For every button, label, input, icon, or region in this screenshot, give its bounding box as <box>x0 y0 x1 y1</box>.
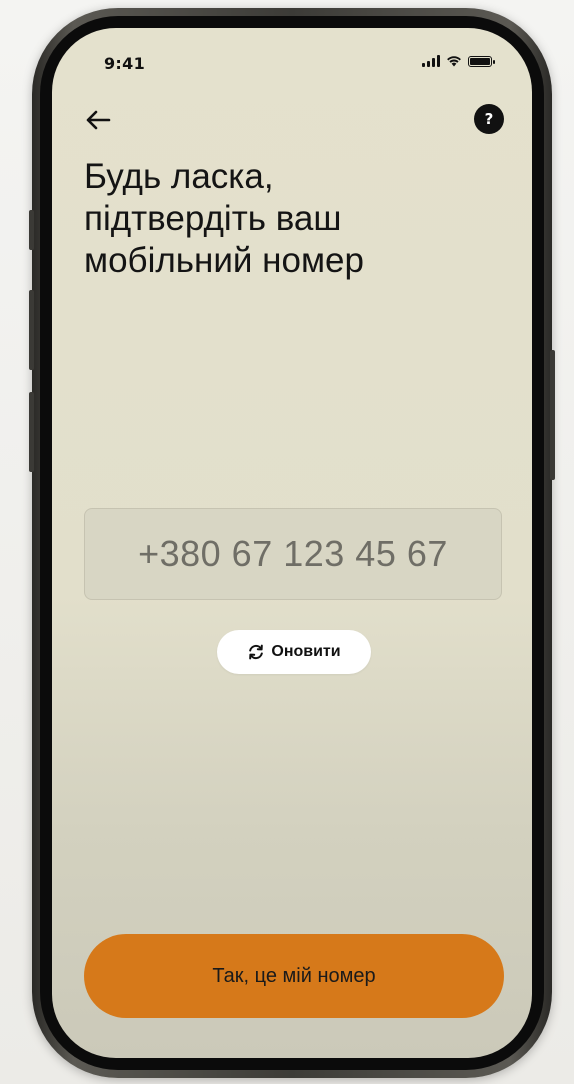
app-screen: 9:41 ? Будь ласка, підтвердіть ваш мобіл… <box>52 28 532 1058</box>
back-button[interactable] <box>80 102 116 138</box>
phone-volume-down-button <box>29 392 34 472</box>
phone-volume-up-button <box>29 290 34 370</box>
page-title-line: Будь ласка, <box>84 157 274 196</box>
confirm-number-button-label: Так, це мій номер <box>212 964 376 987</box>
refresh-button[interactable]: Оновити <box>217 630 371 674</box>
arrow-left-icon <box>86 110 111 130</box>
refresh-button-label: Оновити <box>271 643 341 660</box>
page-title-line: мобільний номер <box>84 241 364 280</box>
page-title: Будь ласка, підтвердіть ваш мобільний но… <box>84 156 504 282</box>
page-title-line: підтвердіть ваш <box>84 199 342 238</box>
status-time: 9:41 <box>104 54 145 73</box>
nav-bar: ? <box>52 98 532 142</box>
signal-icon <box>422 55 440 67</box>
phone-side-button <box>29 210 34 250</box>
help-button[interactable]: ? <box>474 104 504 134</box>
battery-icon <box>468 55 495 67</box>
status-icons <box>422 55 495 67</box>
refresh-icon <box>249 644 264 660</box>
confirm-number-button[interactable]: Так, це мій номер <box>84 934 504 1018</box>
phone-power-button <box>550 350 555 480</box>
wifi-icon <box>447 56 461 67</box>
status-bar: 9:41 <box>52 28 532 98</box>
phone-number-field[interactable]: +380 67 123 45 67 <box>84 508 502 600</box>
